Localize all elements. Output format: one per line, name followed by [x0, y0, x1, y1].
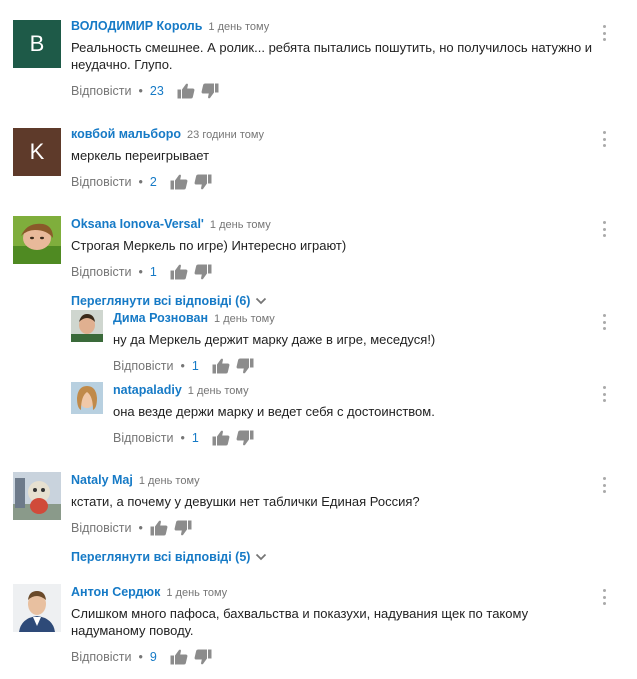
thumb-down-icon[interactable]: [194, 649, 212, 665]
author-name[interactable]: Nataly Maj: [71, 473, 133, 487]
avatar-photo[interactable]: [71, 310, 103, 342]
author-name[interactable]: Oksana Ionova-Versal': [71, 217, 204, 231]
reply-button[interactable]: Відповісти: [71, 175, 132, 189]
comment-time[interactable]: 1 день тому: [210, 219, 271, 231]
view-all-replies-button[interactable]: Переглянути всі відповіді (6): [71, 294, 597, 308]
avatar-photo[interactable]: [13, 216, 61, 264]
reply-header: Дима Рознован 1 день тому: [113, 310, 597, 327]
separator-dot: •: [138, 521, 143, 535]
like-count: 9: [149, 650, 157, 664]
comment-text: Реальность смешнее. А ролик... ребята пы…: [71, 40, 593, 72]
comment-actions: Відповісти • 23: [71, 82, 597, 100]
like-count: 1: [191, 359, 199, 373]
comment-text: меркель переигрывает: [71, 148, 210, 163]
reply-button[interactable]: Відповісти: [71, 265, 132, 279]
more-options-icon[interactable]: [601, 131, 607, 147]
thumb-down-icon[interactable]: [236, 358, 254, 374]
separator-dot: •: [138, 265, 143, 279]
comment-header: ВОЛОДИМИР Король 1 день тому: [71, 18, 597, 35]
thumb-down-icon[interactable]: [201, 83, 219, 99]
reply-button[interactable]: Відповісти: [113, 359, 174, 373]
thumb-up-icon[interactable]: [170, 174, 188, 190]
comment-actions: Відповісти • 1: [71, 263, 597, 281]
reply-button[interactable]: Відповісти: [71, 650, 132, 664]
thumb-up-icon[interactable]: [170, 649, 188, 665]
comment-content: ВОЛОДИМИР Король 1 день тому Реальность с…: [71, 18, 597, 100]
more-options-icon[interactable]: [601, 221, 607, 237]
thumb-up-icon[interactable]: [150, 520, 168, 536]
reply-actions: Відповісти • 1: [113, 357, 597, 375]
more-options-icon[interactable]: [601, 314, 607, 330]
view-replies-label: Переглянути всі відповіді (6): [71, 294, 251, 308]
comment-header: Nataly Maj 1 день тому: [71, 472, 597, 489]
author-name[interactable]: natapaladiy: [113, 383, 182, 397]
comment-actions: Відповісти • 9: [71, 648, 597, 666]
like-count: 1: [191, 431, 199, 445]
reply-content: Дима Рознован 1 день тому ну да Меркель д…: [113, 310, 597, 375]
comment-text: кстати, а почему у девушки нет таблички …: [71, 494, 420, 509]
author-name[interactable]: Дима Рознован: [113, 311, 208, 325]
comment-header: Oksana Ionova-Versal' 1 день тому: [71, 216, 597, 233]
author-name[interactable]: ковбой мальборо: [71, 127, 181, 141]
comment-header: Антон Сердюк 1 день тому: [71, 584, 597, 601]
separator-dot: •: [180, 431, 185, 445]
avatar-photo[interactable]: [13, 472, 61, 520]
comment-time[interactable]: 1 день тому: [139, 475, 200, 487]
more-options-icon[interactable]: [601, 25, 607, 41]
like-count: 2: [149, 175, 157, 189]
separator-dot: •: [138, 175, 143, 189]
comment-content: ковбой мальборо 23 години тому меркель пе…: [71, 126, 597, 191]
comment-content: Nataly Maj 1 день тому кстати, а почему у…: [71, 472, 597, 564]
avatar-letter-k[interactable]: K: [13, 128, 61, 176]
author-name[interactable]: ВОЛОДИМИР Король: [71, 19, 202, 33]
separator-dot: •: [138, 650, 143, 664]
comment-actions: Відповісти •: [71, 519, 597, 537]
more-options-icon[interactable]: [601, 477, 607, 493]
thumb-down-icon[interactable]: [194, 264, 212, 280]
reply-header: natapaladiy 1 день тому: [113, 382, 597, 399]
like-count: 23: [149, 84, 164, 98]
view-replies-label: Переглянути всі відповіді (5): [71, 550, 251, 564]
comment-text: Слишком много пафоса, бахвальства и пока…: [71, 606, 529, 638]
reply-content: natapaladiy 1 день тому она везде держи м…: [113, 382, 597, 447]
avatar-photo[interactable]: [13, 584, 61, 632]
comment-time[interactable]: 1 день тому: [166, 587, 227, 599]
more-options-icon[interactable]: [601, 589, 607, 605]
reply-text: она везде держи марку и ведет себя с дос…: [113, 404, 435, 419]
thumb-up-icon[interactable]: [170, 264, 188, 280]
reply-button[interactable]: Відповісти: [71, 84, 132, 98]
comment-time[interactable]: 1 день тому: [208, 21, 269, 33]
comment-content: Oksana Ionova-Versal' 1 день тому Строгая…: [71, 216, 597, 308]
thumb-down-icon[interactable]: [194, 174, 212, 190]
view-all-replies-button[interactable]: Переглянути всі відповіді (5): [71, 550, 597, 564]
thumb-up-icon[interactable]: [212, 358, 230, 374]
thumb-down-icon[interactable]: [236, 430, 254, 446]
reply-button[interactable]: Відповісти: [113, 431, 174, 445]
reply-text: ну да Меркель держит марку даже в игре, …: [113, 332, 436, 347]
chevron-down-icon: [255, 552, 267, 562]
comment-content: Антон Сердюк 1 день тому Слишком много па…: [71, 584, 597, 666]
separator-dot: •: [138, 84, 143, 98]
more-options-icon[interactable]: [601, 386, 607, 402]
thumb-up-icon[interactable]: [177, 83, 195, 99]
thumb-down-icon[interactable]: [174, 520, 192, 536]
chevron-down-icon: [255, 296, 267, 306]
avatar-letter-b[interactable]: B: [13, 20, 61, 68]
avatar-photo[interactable]: [71, 382, 103, 414]
comment-header: ковбой мальборо 23 години тому: [71, 126, 597, 143]
comment-time[interactable]: 1 день тому: [214, 313, 275, 325]
comment-time[interactable]: 23 години тому: [187, 129, 264, 141]
comment-actions: Відповісти • 2: [71, 173, 597, 191]
like-count: 1: [149, 265, 157, 279]
thumb-up-icon[interactable]: [212, 430, 230, 446]
reply-button[interactable]: Відповісти: [71, 521, 132, 535]
author-name[interactable]: Антон Сердюк: [71, 585, 160, 599]
comment-time[interactable]: 1 день тому: [188, 385, 249, 397]
separator-dot: •: [180, 359, 185, 373]
comment-text: Строгая Меркель по игре) Интересно играю…: [71, 238, 347, 253]
reply-actions: Відповісти • 1: [113, 429, 597, 447]
